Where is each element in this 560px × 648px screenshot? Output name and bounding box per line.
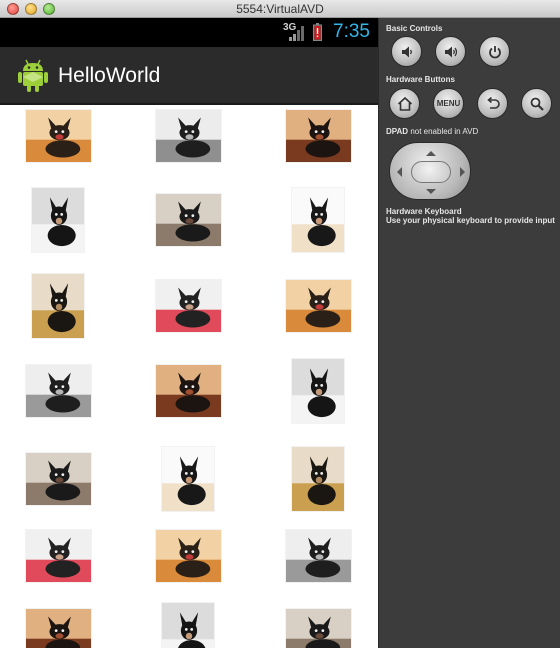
emulator-screen: 3G 7:35 HelloWorld: [0, 18, 378, 648]
dog-photo-thumbnail[interactable]: [24, 452, 92, 506]
dog-photo-thumbnail[interactable]: [154, 109, 222, 163]
hardware-keyboard-description: Use your physical keyboard to provide in…: [386, 216, 555, 225]
photo-grid: [0, 105, 378, 648]
volume-up-button[interactable]: [435, 36, 466, 67]
dog-photo-image: [292, 359, 344, 423]
dpad-label: DPAD: [386, 127, 409, 136]
status-bar: 3G 7:35: [0, 18, 378, 47]
dog-photo-image: [32, 188, 84, 252]
dog-photo-image: [162, 447, 214, 511]
dog-photo-thumbnail[interactable]: [284, 529, 352, 583]
dpad-note-text: not enabled in AVD: [410, 127, 479, 136]
dog-photo-thumbnail[interactable]: [24, 109, 92, 163]
home-button[interactable]: [389, 88, 420, 119]
hardware-buttons-label: Hardware Buttons: [386, 75, 455, 84]
window-titlebar: 5554:VirtualAVD: [0, 0, 560, 18]
dog-photo-thumbnail[interactable]: [291, 187, 345, 253]
menu-button[interactable]: MENU: [433, 88, 464, 119]
dog-photo-thumbnail[interactable]: [161, 446, 215, 512]
volume-up-icon: [444, 46, 457, 57]
back-button[interactable]: [477, 88, 508, 119]
dog-photo-image: [32, 274, 84, 338]
menu-button-label: MENU: [436, 99, 461, 108]
dog-photo-image: [25, 609, 91, 648]
dog-photo-image: [155, 194, 221, 246]
dpad-up-icon[interactable]: [426, 146, 436, 156]
dog-photo-thumbnail[interactable]: [291, 358, 345, 424]
window-title: 5554:VirtualAVD: [236, 2, 324, 16]
dog-photo-image: [292, 188, 344, 252]
dog-photo-thumbnail[interactable]: [284, 279, 352, 333]
dog-photo-image: [285, 609, 351, 648]
dog-photo-thumbnail[interactable]: [291, 446, 345, 512]
dog-photo-image: [292, 447, 344, 511]
dpad-center-button[interactable]: [411, 161, 451, 183]
dpad-right-icon[interactable]: [460, 167, 470, 177]
home-icon: [397, 96, 412, 111]
signal-strength-icon: [289, 26, 304, 41]
dog-photo-image: [285, 110, 351, 162]
app-title: HelloWorld: [58, 64, 161, 87]
dog-photo-image: [25, 110, 91, 162]
status-clock: 7:35: [333, 21, 370, 42]
power-icon: [488, 45, 501, 58]
battery-low-icon: [313, 23, 322, 41]
android-robot-icon[interactable]: [16, 57, 50, 93]
search-icon: [530, 97, 544, 111]
dog-photo-thumbnail[interactable]: [161, 602, 215, 648]
dog-photo-image: [162, 603, 214, 648]
dog-photo-thumbnail[interactable]: [31, 273, 85, 339]
emulator-control-panel: Basic Controls Hardware Buttons MENU DPA…: [378, 18, 560, 648]
dog-photo-thumbnail[interactable]: [284, 608, 352, 648]
hardware-keyboard-label: Hardware Keyboard: [386, 207, 462, 216]
basic-controls-label: Basic Controls: [386, 24, 443, 33]
dog-photo-thumbnail[interactable]: [24, 529, 92, 583]
dog-photo-thumbnail[interactable]: [154, 279, 222, 333]
dog-photo-image: [155, 530, 221, 582]
dog-photo-thumbnail[interactable]: [24, 364, 92, 418]
dog-photo-thumbnail[interactable]: [154, 193, 222, 247]
dog-photo-image: [155, 110, 221, 162]
search-button[interactable]: [521, 88, 552, 119]
dog-photo-image: [285, 280, 351, 332]
dog-photo-thumbnail[interactable]: [24, 608, 92, 648]
volume-down-icon: [401, 46, 412, 57]
dpad-left-icon[interactable]: [392, 167, 402, 177]
dog-photo-thumbnail[interactable]: [154, 529, 222, 583]
dpad-down-icon[interactable]: [426, 189, 436, 199]
volume-down-button[interactable]: [391, 36, 422, 67]
dog-photo-thumbnail[interactable]: [154, 364, 222, 418]
action-bar: HelloWorld: [0, 47, 378, 105]
dog-photo-thumbnail[interactable]: [31, 187, 85, 253]
back-arrow-icon: [486, 96, 500, 109]
power-button[interactable]: [479, 36, 510, 67]
dog-photo-image: [25, 365, 91, 417]
dog-photo-image: [155, 280, 221, 332]
dpad-control[interactable]: [389, 142, 471, 200]
dpad-status-note: DPAD not enabled in AVD: [386, 127, 478, 136]
dog-photo-image: [155, 365, 221, 417]
dog-photo-thumbnail[interactable]: [284, 109, 352, 163]
dog-photo-image: [25, 453, 91, 505]
dog-photo-image: [25, 530, 91, 582]
dog-photo-image: [285, 530, 351, 582]
